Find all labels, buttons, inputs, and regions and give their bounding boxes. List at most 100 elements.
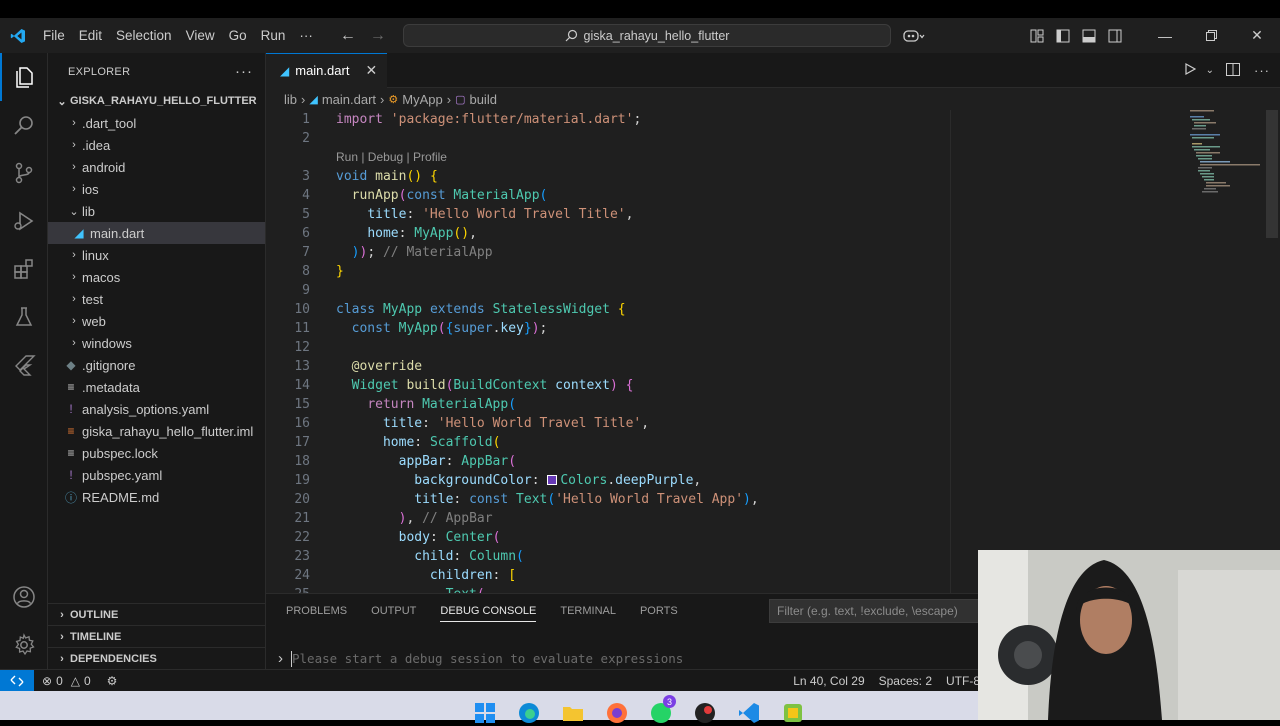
command-center-search[interactable]: giska_rahayu_hello_flutter: [403, 24, 891, 47]
tree-item-label: .dart_tool: [82, 115, 137, 131]
dependencies-label: DEPENDENCIES: [70, 652, 157, 665]
editor-ruler: [950, 110, 951, 593]
problems-status[interactable]: ⊗ 0 △ 0: [34, 674, 99, 688]
tab-ports[interactable]: PORTS: [640, 605, 678, 617]
title-bar: File Edit Selection View Go Run ··· ← → …: [0, 18, 1280, 53]
menu-run[interactable]: Run: [254, 18, 293, 53]
tree-item-label: pubspec.yaml: [82, 467, 163, 483]
split-editor-icon[interactable]: [1218, 62, 1248, 79]
run-dropdown-icon[interactable]: ⌄: [1206, 65, 1214, 76]
run-debug-icon[interactable]: [0, 197, 48, 245]
breadcrumb-lib[interactable]: lib: [284, 92, 297, 107]
debug-console-filter-input[interactable]: Filter (e.g. text, !exclude, \escape): [769, 599, 979, 623]
folder-item[interactable]: › web: [48, 310, 265, 332]
close-tab-icon[interactable]: ✕: [365, 62, 377, 79]
explorer-icon[interactable]: [0, 53, 48, 101]
folder-item[interactable]: › windows: [48, 332, 265, 354]
source-control-icon[interactable]: [0, 149, 48, 197]
folder-item[interactable]: › .dart_tool: [48, 112, 265, 134]
debug-status-icon[interactable]: ⚙: [99, 674, 126, 688]
customize-layout-icon[interactable]: [1024, 18, 1050, 53]
file-item[interactable]: ≡ .metadata: [48, 376, 265, 398]
code-line: 12: [294, 340, 310, 355]
toggle-primary-sidebar-icon[interactable]: [1050, 18, 1076, 53]
color-swatch[interactable]: [547, 475, 558, 485]
remote-indicator-icon[interactable]: [0, 669, 34, 692]
tab-terminal[interactable]: TERMINAL: [560, 605, 616, 617]
error-icon: ⊗: [42, 673, 53, 688]
menu-more[interactable]: ···: [292, 18, 320, 53]
info-file-icon: ⓘ: [64, 490, 77, 505]
tab-output[interactable]: OUTPUT: [371, 605, 416, 617]
menu-edit[interactable]: Edit: [72, 18, 109, 53]
breadcrumb-class[interactable]: MyApp: [402, 92, 442, 107]
editor-scrollbar[interactable]: [1266, 110, 1278, 238]
restore-button[interactable]: [1188, 18, 1234, 53]
run-icon[interactable]: [1180, 62, 1202, 78]
menu-selection[interactable]: Selection: [109, 18, 179, 53]
code-line: 19 backgroundColor: Colors.deepPurple,: [294, 473, 702, 488]
file-item[interactable]: ! pubspec.yaml: [48, 464, 265, 486]
code-line: 2: [302, 131, 310, 146]
file-item[interactable]: ◆ .gitignore: [48, 354, 265, 376]
class-symbol-icon: ⚙: [388, 93, 399, 106]
copilot-icon[interactable]: [894, 18, 934, 53]
tab-debug-console[interactable]: DEBUG CONSOLE: [440, 605, 537, 622]
code-line: 5 title: 'Hello World Travel Title',: [302, 207, 634, 222]
toggle-secondary-sidebar-icon[interactable]: [1102, 18, 1128, 53]
back-arrow-icon[interactable]: ←: [340, 27, 356, 45]
folder-item[interactable]: › linux: [48, 244, 265, 266]
indentation[interactable]: Spaces: 2: [879, 674, 932, 688]
minimize-button[interactable]: —: [1142, 18, 1188, 53]
code-line: 4 runApp(const MaterialApp(: [302, 188, 548, 203]
tree-item-label: lib: [82, 203, 96, 219]
extensions-icon[interactable]: [0, 245, 48, 293]
file-item[interactable]: ≡ pubspec.lock: [48, 442, 265, 464]
dependencies-section[interactable]: › DEPENDENCIES: [48, 647, 266, 669]
file-item[interactable]: ! analysis_options.yaml: [48, 398, 265, 420]
tree-item-label: main.dart: [90, 225, 145, 241]
code-editor[interactable]: 1 import 'package:flutter/material.dart';…: [266, 110, 1196, 593]
timeline-section[interactable]: › TIMELINE: [48, 625, 266, 647]
accounts-icon[interactable]: [0, 573, 48, 621]
tree-item-label: pubspec.lock: [82, 445, 158, 461]
folder-item[interactable]: › test: [48, 288, 265, 310]
breadcrumb-method[interactable]: build: [469, 92, 496, 107]
manage-gear-icon[interactable]: [0, 621, 48, 669]
code-line: 14 Widget build(BuildContext context) {: [294, 378, 634, 393]
folder-item[interactable]: › .idea: [48, 134, 265, 156]
tab-main-dart[interactable]: ◢ main.dart ✕: [266, 52, 388, 88]
flutter-outline-icon[interactable]: [0, 341, 48, 389]
chevron-right-icon: ›: [60, 608, 64, 621]
debug-console-repl[interactable]: › Please start a debug session to evalua…: [278, 650, 683, 667]
menu-go[interactable]: Go: [222, 18, 254, 53]
menu-view[interactable]: View: [179, 18, 222, 53]
codelens-run-debug-profile[interactable]: Run | Debug | Profile: [336, 150, 447, 164]
screen-top-bezel: [0, 0, 1280, 18]
folder-item[interactable]: › macos: [48, 266, 265, 288]
breadcrumb-file[interactable]: main.dart: [322, 92, 376, 107]
tab-problems[interactable]: PROBLEMS: [286, 605, 347, 617]
minimap[interactable]: [1186, 110, 1266, 210]
outline-section[interactable]: › OUTLINE: [48, 603, 266, 625]
menu-file[interactable]: File: [36, 18, 72, 53]
search-view-icon[interactable]: [0, 101, 48, 149]
folder-item[interactable]: › ios: [48, 178, 265, 200]
folder-item[interactable]: ⌄ lib: [48, 200, 265, 222]
encoding[interactable]: UTF-8: [946, 674, 980, 688]
file-item[interactable]: ⓘ README.md: [48, 486, 265, 508]
vscode-logo-icon: [0, 18, 36, 53]
cursor-position[interactable]: Ln 40, Col 29: [793, 674, 864, 688]
folder-item[interactable]: › android: [48, 156, 265, 178]
git-file-icon: ◆: [66, 358, 76, 372]
workspace-root-folder[interactable]: ⌄ GISKA_RAHAYU_HELLO_FLUTTER: [48, 90, 265, 112]
testing-icon[interactable]: [0, 293, 48, 341]
close-window-button[interactable]: ✕: [1234, 18, 1280, 53]
toggle-panel-icon[interactable]: [1076, 18, 1102, 53]
file-item[interactable]: ◢ main.dart: [48, 222, 265, 244]
editor-more-actions-icon[interactable]: ···: [1252, 63, 1272, 78]
tree-item-label: giska_rahayu_hello_flutter.iml: [82, 423, 254, 439]
forward-arrow-icon[interactable]: →: [370, 27, 386, 45]
file-item[interactable]: ≡ giska_rahayu_hello_flutter.iml: [48, 420, 265, 442]
explorer-more-actions-icon[interactable]: ···: [235, 63, 253, 80]
